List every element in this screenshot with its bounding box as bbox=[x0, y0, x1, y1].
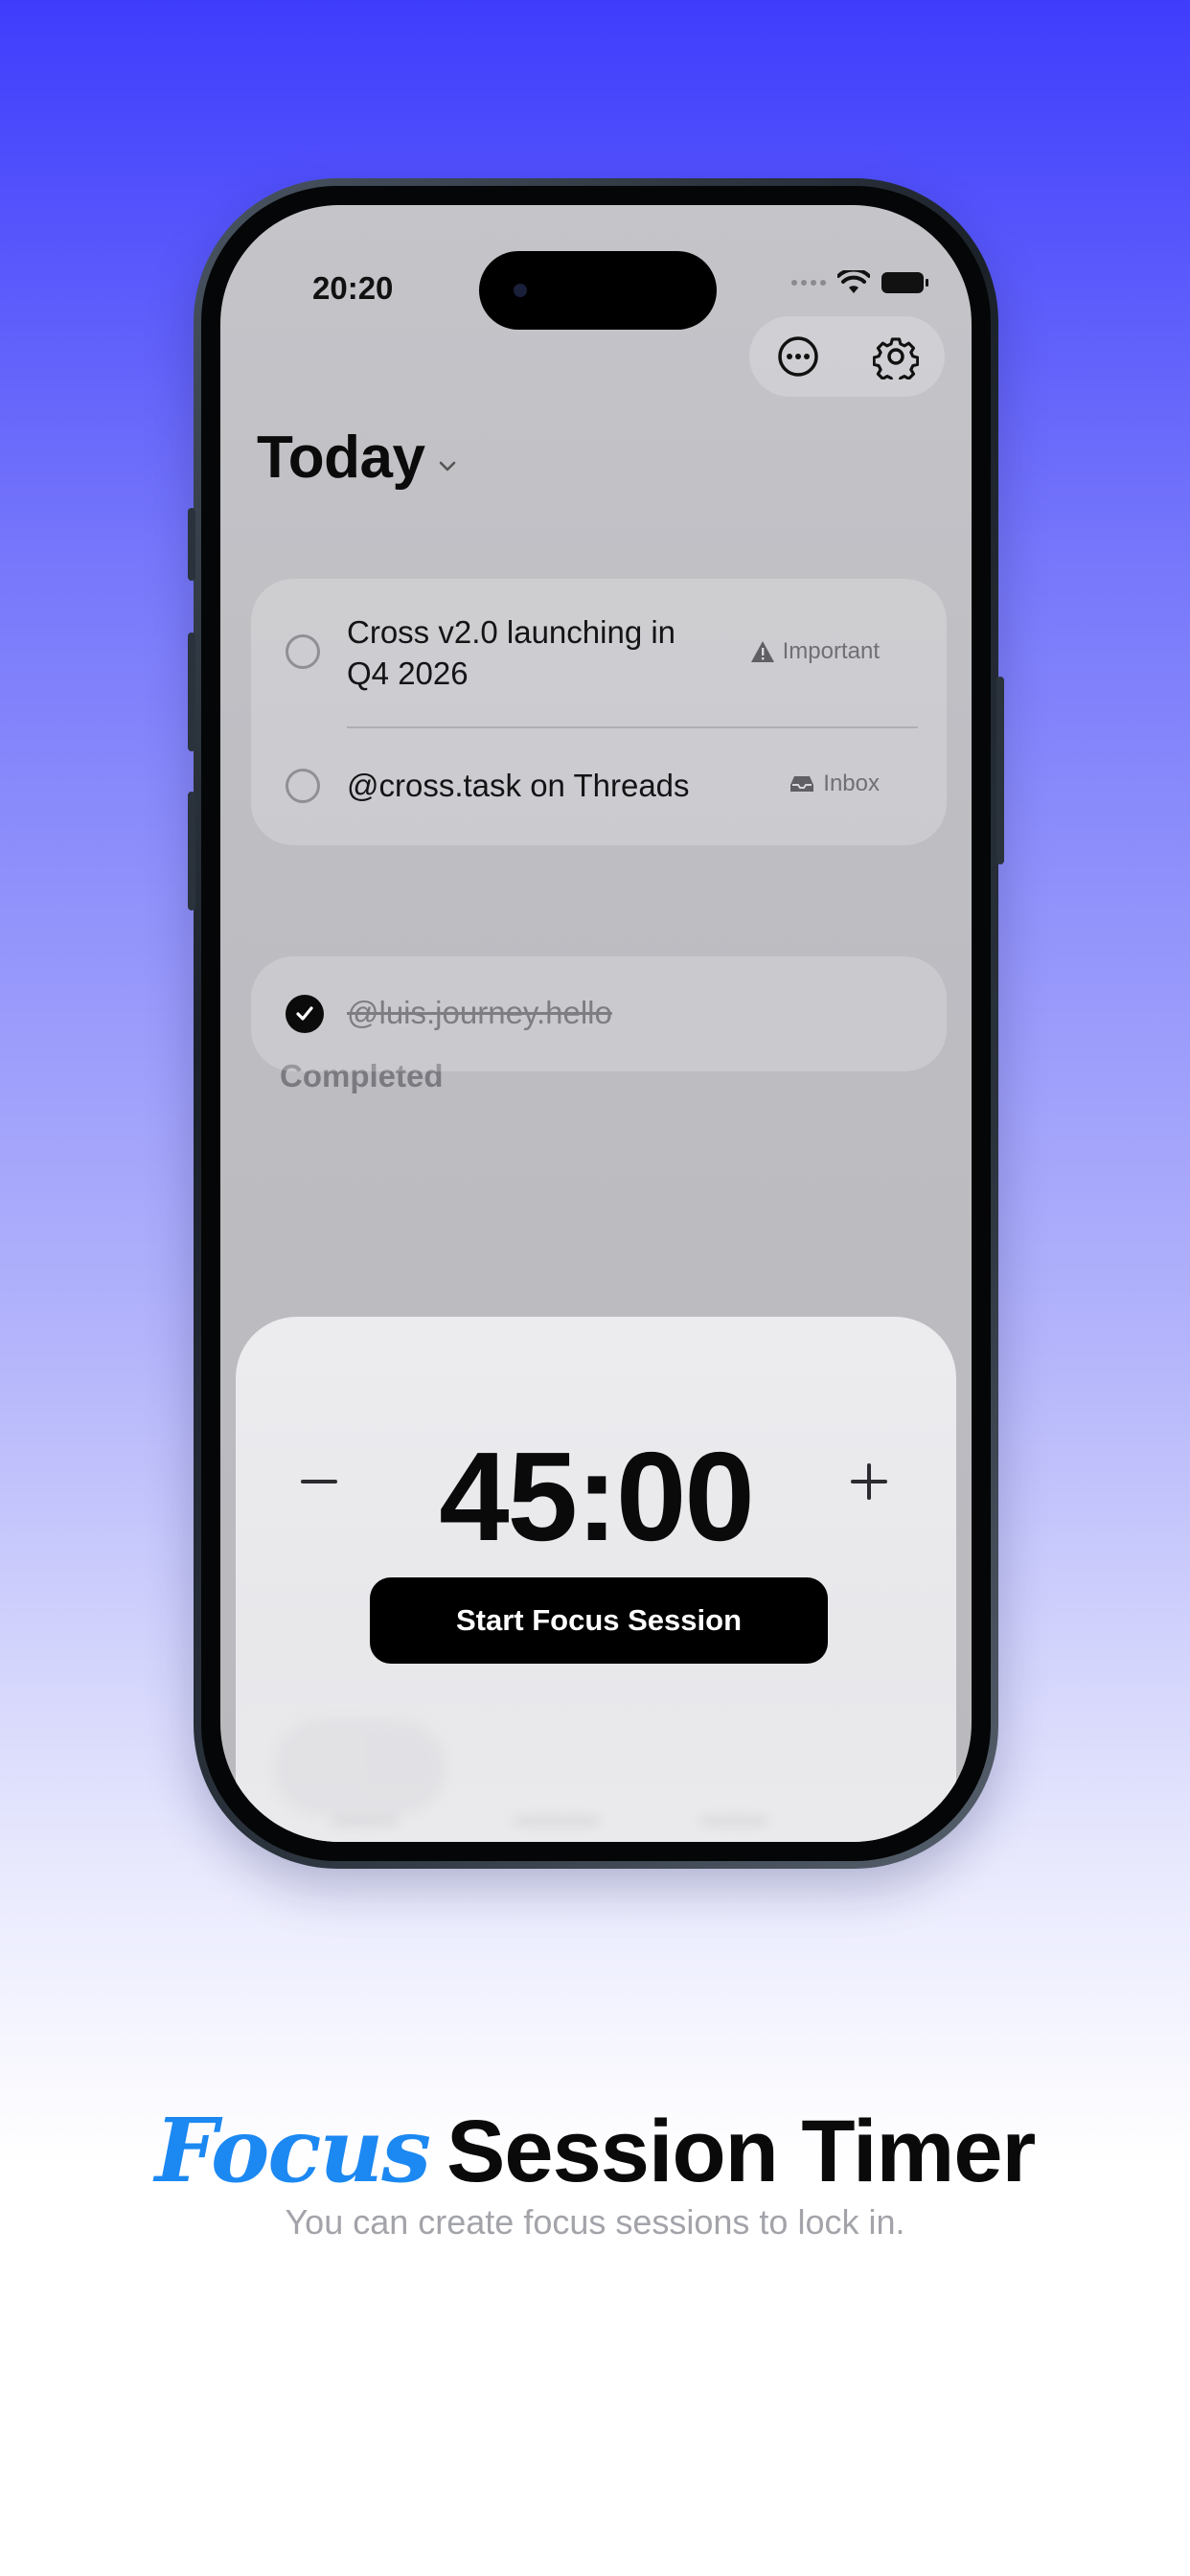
status-time: 20:20 bbox=[312, 270, 394, 306]
task-item[interactable]: Cross v2.0 launching in Q4 2026 Importan… bbox=[251, 579, 947, 726]
dynamic-island bbox=[479, 251, 717, 330]
tag-label: Inbox bbox=[823, 770, 880, 796]
volume-down-button bbox=[188, 792, 195, 910]
gear-icon bbox=[873, 337, 919, 380]
completed-title: @luis.journey.hello bbox=[347, 995, 612, 1030]
increment-button[interactable] bbox=[830, 1443, 906, 1520]
volume-up-button bbox=[188, 632, 195, 751]
ghost-line bbox=[332, 1817, 399, 1825]
power-button bbox=[996, 677, 1004, 864]
signal-icon bbox=[791, 280, 826, 286]
headline: Focus Session Timer bbox=[154, 2099, 1037, 2202]
warning-icon bbox=[750, 641, 774, 662]
camera-icon bbox=[514, 284, 527, 297]
plus-icon-stroke bbox=[867, 1463, 871, 1500]
app-screen: 20:20 Today Cross v2.0 launching in Q4 2… bbox=[220, 205, 972, 1842]
completed-list: @luis.journey.hello bbox=[251, 956, 947, 1071]
status-indicators bbox=[791, 270, 928, 295]
task-list: Cross v2.0 launching in Q4 2026 Importan… bbox=[251, 579, 947, 845]
focus-session-sheet: 45:00 Start Focus Session bbox=[236, 1317, 956, 1842]
task-tag: Important bbox=[750, 638, 880, 665]
chevron-down-icon bbox=[440, 461, 456, 472]
task-item[interactable]: @cross.task on Threads Inbox bbox=[251, 728, 947, 845]
ghost-line bbox=[700, 1817, 767, 1825]
more-button[interactable] bbox=[769, 328, 827, 385]
task-tag: Inbox bbox=[789, 770, 880, 797]
headline-subtitle: You can create focus sessions to lock in… bbox=[285, 2202, 905, 2242]
title-row[interactable]: Today bbox=[257, 424, 459, 492]
marketing-caption: Focus Session Timer You can create focus… bbox=[0, 2099, 1190, 2242]
task-title: @cross.task on Threads bbox=[347, 768, 690, 803]
inbox-icon bbox=[790, 776, 814, 792]
battery-icon bbox=[881, 272, 928, 293]
ghost-line bbox=[514, 1817, 600, 1825]
tag-label: Important bbox=[782, 638, 880, 664]
task-checkbox-checked[interactable] bbox=[286, 995, 324, 1033]
checkmark-icon bbox=[296, 1006, 313, 1021]
top-actions bbox=[749, 316, 945, 397]
task-title: Cross v2.0 launching in Q4 2026 bbox=[347, 614, 676, 691]
phone-frame: 20:20 Today Cross v2.0 launching in Q4 2… bbox=[188, 178, 1004, 1869]
start-focus-button[interactable]: Start Focus Session bbox=[370, 1577, 828, 1664]
completed-item[interactable]: @luis.journey.hello bbox=[251, 956, 947, 1071]
task-checkbox[interactable] bbox=[286, 634, 320, 669]
ghost-tab bbox=[274, 1719, 446, 1815]
action-button bbox=[188, 508, 195, 581]
ellipsis-circle-icon bbox=[778, 336, 818, 377]
headline-title: Session Timer bbox=[446, 2103, 1036, 2200]
settings-button[interactable] bbox=[867, 328, 925, 385]
wifi-icon bbox=[837, 270, 870, 293]
task-checkbox[interactable] bbox=[286, 769, 320, 803]
headline-highlight: Focus bbox=[154, 2099, 431, 2202]
page-title: Today bbox=[257, 425, 425, 491]
blurred-tab-bar bbox=[274, 1700, 918, 1825]
